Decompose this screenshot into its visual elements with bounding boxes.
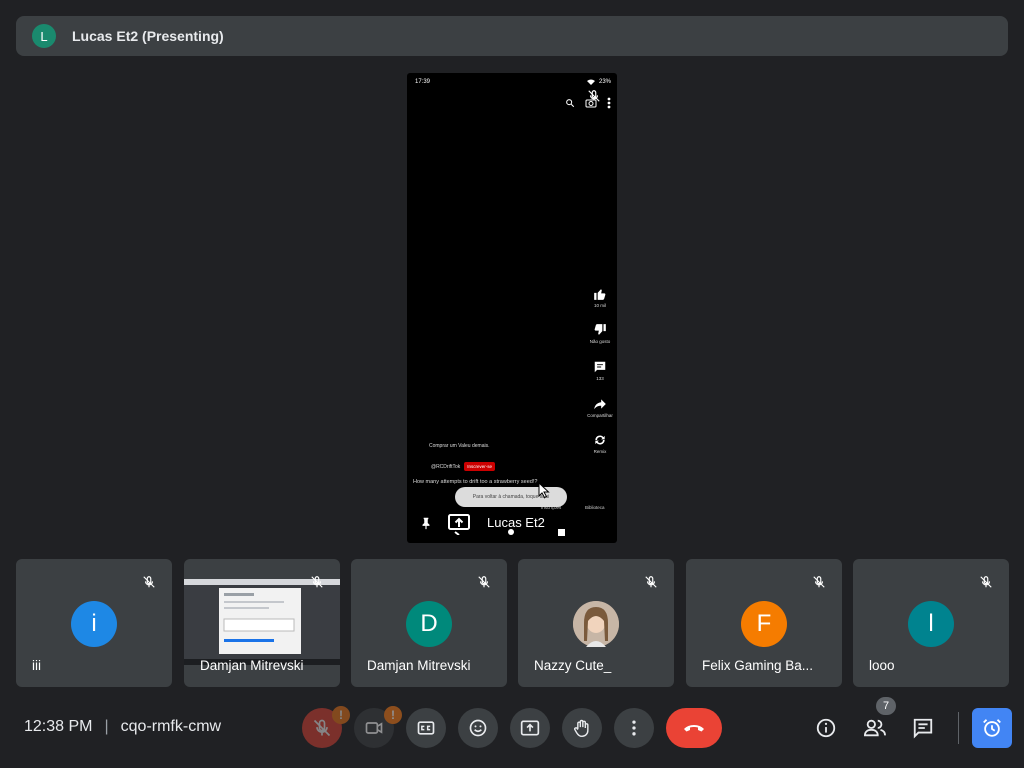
video-caption: How many attempts to drift too a strawbe… (413, 479, 538, 485)
mic-off-icon (813, 576, 825, 588)
mic-off-icon (478, 576, 490, 588)
like-count: 10 mil (593, 303, 606, 308)
call-end-icon (684, 725, 704, 732)
people-count-badge: 7 (876, 697, 896, 715)
camera-toggle-button[interactable]: ! (354, 706, 402, 748)
comment-action[interactable]: 133 (585, 360, 615, 381)
present-to-all-icon (520, 720, 540, 736)
mic-off-icon (143, 576, 155, 588)
more-vert-icon (632, 720, 636, 736)
thumb-up-icon (594, 289, 606, 300)
activities-button[interactable] (972, 708, 1012, 748)
reactions-button[interactable] (458, 708, 498, 748)
mic-off-icon (313, 719, 331, 737)
participant-name: Damjan Mitrevski (367, 658, 471, 673)
comment-icon (594, 361, 606, 373)
remix-action[interactable]: Remix (585, 433, 615, 454)
pin-icon[interactable] (419, 514, 433, 532)
more-vert-icon[interactable] (607, 97, 611, 109)
presenting-icon (448, 514, 470, 535)
meeting-details: 12:38 PM | cqo-rmfk-cmw (24, 718, 221, 736)
participant-photo (573, 601, 619, 647)
stage-presenter-name: Lucas Et2 (487, 515, 545, 530)
leave-call-button[interactable] (666, 708, 722, 748)
subscribe-button[interactable]: Inscrever-se (464, 462, 496, 471)
participant-name: Felix Gaming Ba... (702, 658, 814, 673)
participant-avatar: l (908, 601, 954, 647)
comment-count: 133 (596, 376, 604, 381)
return-to-call-toast[interactable]: Para voltar à chamada, toque aqui (455, 487, 567, 507)
like-action[interactable]: 10 mil (585, 287, 615, 308)
participant-tile[interactable]: i iii (16, 559, 172, 687)
people-icon (863, 719, 886, 737)
chat-icon (913, 718, 933, 739)
phone-time: 17:39 (415, 79, 431, 85)
share-action[interactable]: Compartilhar (585, 397, 615, 418)
participant-tile[interactable]: F Felix Gaming Ba... (686, 559, 842, 687)
meeting-time: 12:38 PM (24, 718, 93, 735)
participant-tile[interactable]: Nazzy Cute_ (518, 559, 674, 687)
mic-toggle-button[interactable]: ! (302, 706, 350, 748)
presenter-banner: L Lucas Et2 (Presenting) (16, 16, 1008, 56)
battery-level: 23% (598, 79, 611, 85)
camera-off-icon (365, 722, 383, 734)
shared-screen[interactable]: 17:39 23% 10 mil Não gosto 133 Compartil… (407, 73, 617, 543)
participant-name: Damjan Mitrevski (200, 658, 304, 673)
meta-divider: | (104, 718, 109, 735)
participant-tile[interactable]: D Damjan Mitrevski (351, 559, 507, 687)
wifi-icon (586, 79, 595, 85)
video-description: Comprar um Valeu demais. (429, 443, 490, 449)
emoji-icon (469, 719, 487, 737)
remix-label: Remix (593, 449, 607, 454)
share-label: Compartilhar (587, 413, 613, 418)
hand-icon (574, 719, 589, 738)
more-options-button[interactable] (614, 708, 654, 748)
camera-warning-badge: ! (384, 706, 402, 724)
participant-avatar: D (406, 601, 452, 647)
closed-captions-icon (417, 721, 435, 735)
mic-off-icon (645, 576, 657, 588)
info-icon (816, 718, 836, 738)
nav-biblioteca[interactable]: Biblioteca (585, 505, 605, 510)
search-icon[interactable] (565, 98, 575, 108)
participant-name: looo (869, 658, 895, 673)
phone-recents-button (558, 529, 565, 536)
participant-name: iii (32, 658, 41, 673)
meeting-code[interactable]: cqo-rmfk-cmw (121, 718, 221, 736)
phone-home-button (508, 529, 514, 535)
mic-off-icon (980, 576, 992, 588)
people-button[interactable] (859, 712, 891, 744)
dislike-label: Não gosto (589, 339, 611, 344)
participant-avatar: F (741, 601, 787, 647)
share-icon (594, 399, 606, 410)
phone-status-bar: 17:39 23% (415, 77, 611, 87)
controls-divider (958, 712, 959, 744)
meeting-details-button[interactable] (810, 712, 842, 744)
mic-off-icon (311, 576, 323, 588)
presenter-avatar: L (32, 24, 56, 48)
mic-warning-badge: ! (332, 706, 350, 724)
present-screen-button[interactable] (510, 708, 550, 748)
screen-thumbnail (184, 579, 340, 665)
remix-icon (595, 435, 605, 445)
participant-name: Nazzy Cute_ (534, 658, 612, 673)
dislike-action[interactable]: Não gosto (585, 323, 615, 344)
thumb-down-icon (594, 324, 606, 335)
camera-icon[interactable] (585, 98, 597, 108)
alarm-clock-icon (983, 719, 1001, 737)
cursor-icon (538, 482, 550, 498)
channel-handle[interactable]: @RCDriftTok (431, 464, 460, 470)
chat-button[interactable] (907, 712, 939, 744)
presenter-title: Lucas Et2 (Presenting) (72, 28, 224, 44)
captions-button[interactable] (406, 708, 446, 748)
participant-tile[interactable]: Damjan Mitrevski (184, 559, 340, 687)
participant-avatar: i (71, 601, 117, 647)
participant-strip: i iii Damjan Mitrevski D Damjan Mitrevsk… (16, 559, 1009, 687)
raise-hand-button[interactable] (562, 708, 602, 748)
participant-tile[interactable]: l looo (853, 559, 1009, 687)
